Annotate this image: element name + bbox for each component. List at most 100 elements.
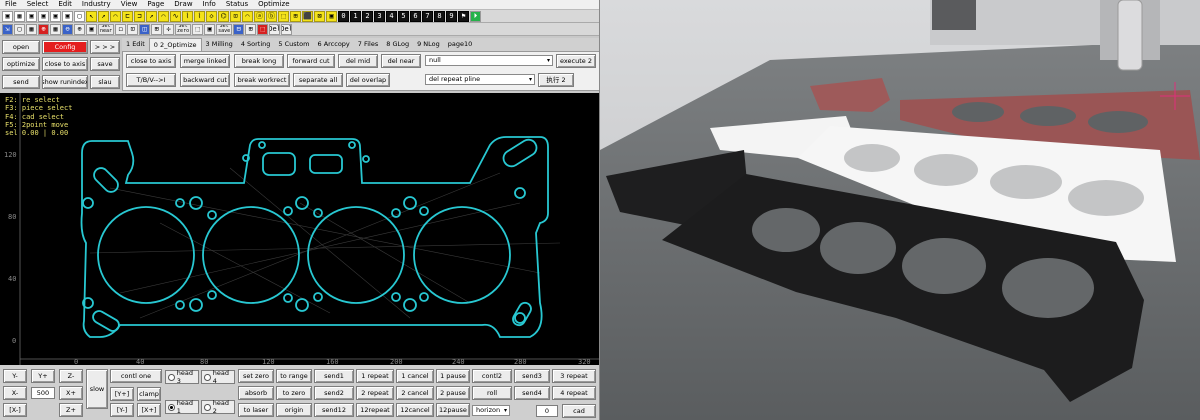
cmd-origin-button[interactable]: origin (276, 403, 312, 417)
tbv-to-i-button[interactable]: T/B/V-->I (126, 73, 176, 87)
open-button[interactable]: open (2, 40, 40, 54)
menu-info[interactable]: Info (198, 0, 221, 9)
cmd-to-range-button[interactable]: to range (276, 369, 312, 383)
toolbar2-tool-12-icon[interactable]: ✢ (163, 23, 175, 35)
jog-x-plus[interactable]: X+ (59, 386, 83, 400)
toolbar2-tool-17-icon[interactable]: ⬚ (257, 23, 269, 35)
option-select-1[interactable]: null (425, 55, 553, 66)
bracket-x-plus[interactable]: [X+] (137, 403, 161, 417)
jog-y-minus[interactable]: Y- (3, 369, 27, 383)
menu-industry[interactable]: Industry (77, 0, 116, 9)
toolbar2-tool-13-icon[interactable]: ⬚ (192, 23, 204, 35)
toolbar1-tool-37-icon[interactable]: 9 (446, 10, 457, 22)
head-4-radio[interactable]: head 4 (201, 369, 235, 385)
bracket-x-minus[interactable]: [X-] (3, 403, 27, 417)
toolbar2-label-1[interactable]: Set zero (175, 23, 192, 35)
toolbar2-tool-14-icon[interactable]: ▣ (204, 23, 216, 35)
cad-value-input[interactable]: 0 (536, 405, 558, 417)
toolbar1-tool-33-icon[interactable]: 5 (398, 10, 409, 22)
toolbar1-tool-1-icon[interactable]: ▦ (14, 10, 25, 22)
toolbar1-tool-16-icon[interactable]: ⌇ (194, 10, 205, 22)
toolbar2-tool-3-icon[interactable]: ⊕ (38, 23, 49, 35)
cmd-1-pause-button[interactable]: 1 pause (436, 369, 470, 383)
toolbar2-label-2[interactable]: Set save (216, 23, 233, 35)
menu-draw[interactable]: Draw (169, 0, 197, 9)
clamp-button[interactable]: clamp (137, 387, 161, 401)
tab-7[interactable]: 8 GLog (382, 38, 413, 51)
merge-linked-button[interactable]: merge linked (180, 54, 230, 68)
toolbar1-tool-0-icon[interactable]: ▣ (2, 10, 13, 22)
tab-5[interactable]: 6 Arccopy (314, 38, 354, 51)
toolbar1-tool-6-icon[interactable]: ▢ (74, 10, 85, 22)
cmd-to-zero-button[interactable]: to zero (276, 386, 312, 400)
menu-view[interactable]: View (116, 0, 143, 9)
toolbar1-tool-4-icon[interactable]: ▣ (50, 10, 61, 22)
jog-z-minus[interactable]: Z- (59, 369, 83, 383)
cmd-4-repeat-button[interactable]: 4 repeat (552, 386, 596, 400)
slow-button[interactable]: slow (86, 369, 108, 409)
option-select-2[interactable]: del repeat pline (425, 74, 535, 85)
cmd-roll-button[interactable]: roll (472, 386, 512, 400)
toolbar1-tool-39-icon[interactable]: ⏵ (470, 10, 481, 22)
cmd-2-pause-button[interactable]: 2 pause (436, 386, 470, 400)
toolbar2-tool-9-icon[interactable]: ⊡ (127, 23, 139, 35)
toolbar1-tool-10-icon[interactable]: ⊏ (122, 10, 133, 22)
send-button[interactable]: send (2, 75, 40, 89)
toolbar1-tool-11-icon[interactable]: ⊐ (134, 10, 145, 22)
toolbar1-tool-34-icon[interactable]: 6 (410, 10, 421, 22)
toolbar2-tool-11-icon[interactable]: ⊞ (151, 23, 163, 35)
toolbar2-tool-2-icon[interactable]: ▦ (26, 23, 37, 35)
expand-button[interactable]: > > > (90, 40, 120, 54)
tab-9[interactable]: page10 (444, 38, 477, 51)
toolbar2-tool-6-icon[interactable]: ⊕ (74, 23, 85, 35)
jog-z-plus[interactable]: Z+ (59, 403, 83, 417)
horizon-select[interactable]: horizon (472, 405, 510, 416)
head-1-radio[interactable]: head 1 (165, 399, 199, 415)
tab-0[interactable]: 1 Edit (122, 38, 149, 51)
tab-8[interactable]: 9 NLog (413, 38, 444, 51)
toolbar2-tool-1-icon[interactable]: ▢ (14, 23, 25, 35)
del-overlap-button[interactable]: del overlap (346, 73, 390, 87)
toolbar1-tool-31-icon[interactable]: 3 (374, 10, 385, 22)
toolbar1-tool-9-icon[interactable]: ⌒ (110, 10, 121, 22)
cmd-to-laser-button[interactable]: to laser (238, 403, 274, 417)
menu-status[interactable]: Status (221, 0, 253, 9)
toolbar1-tool-28-icon[interactable]: 0 (338, 10, 349, 22)
break-workrect-button[interactable]: break workrect (234, 73, 290, 87)
toolbar1-tool-30-icon[interactable]: 2 (362, 10, 373, 22)
bracket-y-plus[interactable]: [Y+] (110, 387, 134, 401)
tab-1[interactable]: 0 2_Optimize (148, 38, 202, 51)
toolbar1-tool-24-icon[interactable]: ⊞ (290, 10, 301, 22)
tab-3[interactable]: 4 Sorting (237, 38, 275, 51)
config-button[interactable]: Config (42, 40, 88, 54)
cmd-1-repeat-button[interactable]: 1 repeat (356, 369, 394, 383)
slau-button[interactable]: slau (90, 75, 120, 89)
jog-y-plus[interactable]: Y+ (31, 369, 55, 383)
toolbar2-tool-19-icon[interactable]: Del (281, 23, 293, 35)
cmd-2-cancel-button[interactable]: 2 cancel (396, 386, 434, 400)
toolbar1-tool-29-icon[interactable]: 1 (350, 10, 361, 22)
forward-cut-button[interactable]: forward cut (287, 54, 335, 68)
toolbar2-tool-15-icon[interactable]: ⊟ (233, 23, 245, 35)
toolbar1-tool-20-icon[interactable]: ⌒ (242, 10, 253, 22)
cmd-send2-button[interactable]: send2 (314, 386, 354, 400)
toolbar2-tool-8-icon[interactable]: ◻ (115, 23, 127, 35)
cmd-1-cancel-button[interactable]: 1 cancel (396, 369, 434, 383)
cmd-3-repeat-button[interactable]: 3 repeat (552, 369, 596, 383)
cmd-2-repeat-button[interactable]: 2 repeat (356, 386, 394, 400)
close-to-axis-opt-button[interactable]: close to axis (126, 54, 176, 68)
cad-canvas[interactable]: 120 80 40 0 F2: re select F3: piece sele… (0, 93, 599, 365)
bracket-y-minus[interactable]: [Y-] (110, 403, 134, 417)
cmd-send4-button[interactable]: send4 (514, 386, 550, 400)
del-mid-button[interactable]: del mid (338, 54, 378, 68)
cmd-send12-button[interactable]: send12 (314, 403, 354, 417)
toolbar2-tool-18-icon[interactable]: Del (269, 23, 281, 35)
toolbar1-tool-15-icon[interactable]: ⌇ (182, 10, 193, 22)
del-near-button[interactable]: del near (381, 54, 421, 68)
toolbar1-tool-18-icon[interactable]: ⌬ (218, 10, 229, 22)
tab-4[interactable]: 5 Custom (274, 38, 313, 51)
cmd-contl2-button[interactable]: contl2 (472, 369, 512, 383)
toolbar2-tool-0-icon[interactable]: ⇲ (2, 23, 13, 35)
show-runindex-button[interactable]: show runindex (42, 75, 88, 89)
toolbar1-tool-38-icon[interactable]: ⚑ (458, 10, 469, 22)
